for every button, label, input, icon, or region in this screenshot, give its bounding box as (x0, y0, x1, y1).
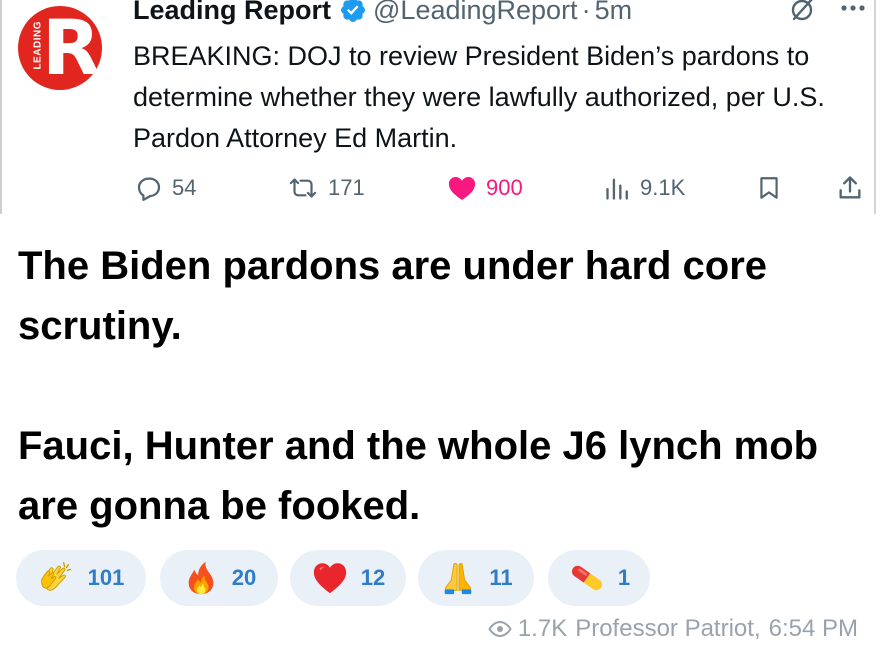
reaction-count: 1 (617, 565, 631, 590)
pill-icon (571, 565, 602, 591)
reaction-count: 12 (360, 565, 386, 590)
reaction-heart[interactable]: 12 (290, 550, 406, 606)
bookmark-button[interactable] (756, 168, 790, 208)
like-button[interactable]: 900 (446, 168, 523, 208)
grok-icon[interactable] (788, 0, 818, 24)
reaction-pill[interactable]: 1 (548, 550, 650, 606)
embedded-tweet: LEADING R Leading Report @LeadingReport … (0, 0, 882, 214)
tweet-header: Leading Report @LeadingReport · 5m (133, 0, 632, 28)
like-count: 900 (486, 175, 523, 200)
views-chart-icon (606, 178, 628, 200)
author-name[interactable]: Leading Report (133, 0, 331, 26)
tweet-actions-bar: 54 171 900 9.1K (0, 168, 882, 208)
message-meta: 1.7K Professor Patriot, 6:54 PM (488, 612, 858, 646)
reaction-count: 20 (231, 565, 257, 590)
post-paragraph: The Biden pardons are under hard core sc… (18, 244, 768, 348)
more-options-icon[interactable] (838, 0, 868, 20)
verified-badge-icon (341, 0, 365, 22)
reply-button[interactable]: 54 (134, 168, 196, 208)
logo-letter: R (42, 6, 101, 90)
views-button[interactable]: 9.1K (604, 168, 685, 208)
author-avatar[interactable]: LEADING R (18, 6, 102, 90)
fire-icon (188, 561, 214, 595)
share-button[interactable] (836, 168, 872, 208)
eye-icon (488, 620, 512, 638)
reaction-fire[interactable]: 20 (160, 550, 278, 606)
post-text: The Biden pardons are under hard core sc… (18, 236, 858, 536)
reaction-clap[interactable]: 101 (16, 550, 146, 606)
folded-hands-icon (445, 563, 472, 595)
repost-icon (289, 178, 317, 198)
reply-count: 54 (172, 175, 197, 200)
repost-count: 171 (328, 175, 365, 200)
heart-filled-icon (448, 177, 476, 200)
views-count: 9.1K (640, 175, 686, 200)
reply-icon (137, 177, 161, 201)
reaction-pray[interactable]: 11 (418, 550, 534, 606)
view-count: 1.7K (517, 615, 568, 642)
author-handle[interactable]: @LeadingReport (373, 0, 578, 26)
message-time: 6:54 PM (768, 615, 858, 642)
author-signature: Professor Patriot, (575, 615, 761, 642)
post-paragraph: Fauci, Hunter and the whole J6 lynch mob… (18, 424, 819, 528)
tweet-text: BREAKING: DOJ to review President Biden’… (133, 41, 825, 153)
reaction-count: 101 (87, 565, 125, 590)
red-heart-icon (313, 563, 346, 594)
share-icon (839, 176, 861, 199)
repost-button[interactable]: 171 (286, 168, 365, 208)
clapping-hands-icon (40, 562, 71, 591)
header-separator: · (581, 0, 591, 25)
tweet-timestamp[interactable]: 5m (595, 0, 633, 26)
reaction-count: 11 (489, 565, 513, 590)
bookmark-icon (760, 177, 778, 199)
